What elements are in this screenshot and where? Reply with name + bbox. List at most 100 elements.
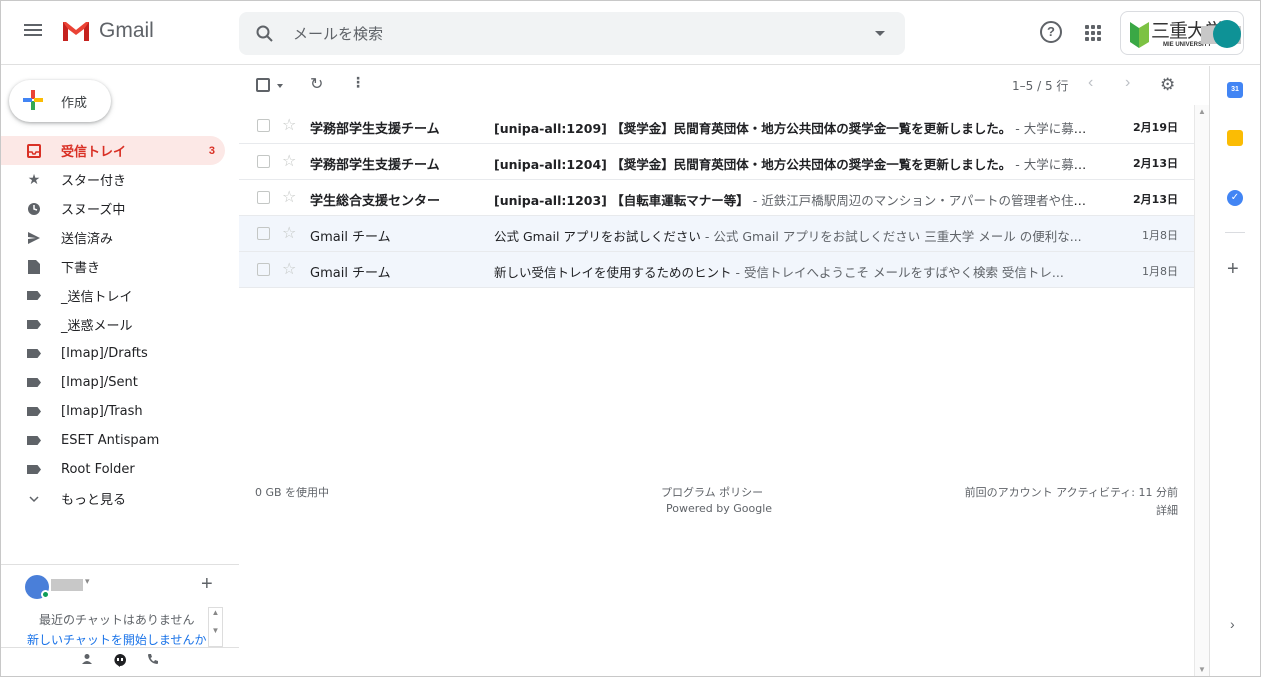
new-chat-plus-icon[interactable]: +	[201, 573, 213, 596]
program-policy-link[interactable]: プログラム ポリシー	[661, 484, 763, 500]
contacts-icon[interactable]	[78, 653, 96, 671]
hangouts-icon[interactable]	[111, 653, 129, 671]
scroll-down-icon[interactable]: ▼	[1198, 665, 1206, 674]
mail-toolbar: ↻ ⋮ 1–5 / 5 行 ‹ › ⚙	[239, 66, 1194, 104]
email-row[interactable]: ☆ Gmail チーム 公式 Gmail アプリをお試しください - 公式 Gmai…	[239, 216, 1194, 252]
refresh-icon[interactable]: ↻	[310, 74, 323, 94]
phone-icon[interactable]	[144, 653, 162, 671]
email-preview: [unipa-all:1203] 【自転車運転マナー等】 - 近鉄江戸橋駅周辺の…	[494, 190, 1094, 209]
calendar-icon[interactable]: 31	[1227, 82, 1243, 98]
sidebar-item-eset-antispam[interactable]: ESET Antispam	[1, 426, 225, 455]
sidebar-item-snoozed[interactable]: スヌーズ中	[1, 194, 225, 223]
email-subject: [unipa-all:1204] 【奨学金】民間育英団体・地方公共団体の奨学金一…	[494, 157, 1012, 172]
account-switcher[interactable]: 三重大学 MIE UNIVERSITY	[1120, 11, 1244, 55]
help-icon[interactable]: ?	[1040, 21, 1062, 43]
sidebar-item-label: _迷惑メール	[61, 319, 133, 334]
add-addon-icon[interactable]: +	[1227, 258, 1239, 281]
no-chats-text: 最近のチャットはありません	[39, 613, 195, 627]
star-icon[interactable]: ☆	[282, 259, 296, 279]
email-date: 2月13日	[1133, 157, 1178, 170]
search-input[interactable]	[293, 12, 853, 55]
select-options-icon[interactable]	[277, 84, 283, 88]
email-snippet: - 大学に募集...	[1011, 157, 1094, 172]
sidebar-item-label: スター付き	[61, 174, 127, 189]
sidebar-item-imap-sent[interactable]: [Imap]/Sent	[1, 368, 225, 397]
sidebar-item-label: スヌーズ中	[61, 203, 126, 218]
gmail-logo[interactable]: Gmail	[61, 19, 154, 43]
start-chat-link[interactable]: 新しいチャットを開始しませんか	[27, 631, 207, 648]
star-icon[interactable]: ☆	[282, 223, 296, 243]
row-checkbox[interactable]	[257, 155, 270, 168]
avatar[interactable]	[1213, 20, 1241, 48]
label-icon	[27, 434, 41, 448]
sidebar-item-label: 受信トレイ	[61, 145, 127, 160]
select-all-checkbox[interactable]	[256, 78, 270, 92]
chat-list: 最近のチャットはありません 新しいチャットを開始しませんか ▲ ▼	[1, 607, 225, 647]
email-row[interactable]: ☆ 学生総合支援センター [unipa-all:1203] 【自転車運転マナー等】 …	[239, 180, 1194, 216]
chevron-down-icon	[27, 492, 41, 506]
email-row[interactable]: ☆ Gmail チーム 新しい受信トレイを使用するためのヒント - 受信トレイへよう…	[239, 252, 1194, 288]
tasks-icon[interactable]: ✓	[1227, 190, 1243, 206]
row-checkbox[interactable]	[257, 191, 270, 204]
email-subject: 新しい受信トレイを使用するためのヒント	[494, 265, 732, 280]
redacted-name	[51, 579, 83, 591]
email-date: 1月8日	[1142, 265, 1178, 278]
sidebar-item-outbox[interactable]: _送信トレイ	[1, 281, 225, 310]
email-preview: [unipa-all:1204] 【奨学金】民間育英団体・地方公共団体の奨学金一…	[494, 154, 1094, 173]
email-row[interactable]: ☆ 学務部学生支援チーム [unipa-all:1209] 【奨学金】民間育英団体・…	[239, 108, 1194, 144]
email-snippet: - 近鉄江戸橋駅周辺のマンション・アパートの管理者や住民...	[748, 193, 1094, 208]
sidebar-item-imap-drafts[interactable]: [Imap]/Drafts	[1, 339, 225, 368]
star-icon[interactable]: ☆	[282, 115, 296, 135]
label-icon	[27, 318, 41, 332]
draft-icon	[27, 259, 41, 274]
star-icon: ★	[27, 171, 41, 187]
keep-icon[interactable]	[1227, 130, 1243, 146]
label-icon	[27, 347, 41, 361]
sidebar-item-more[interactable]: もっと見る	[1, 484, 225, 513]
more-vert-icon[interactable]: ⋮	[351, 74, 365, 91]
next-page-icon[interactable]: ›	[1125, 74, 1130, 92]
send-icon	[27, 231, 41, 245]
unread-count-badge: 3	[208, 144, 215, 157]
row-checkbox[interactable]	[257, 227, 270, 240]
sidebar-item-label: もっと見る	[61, 493, 127, 508]
label-icon	[27, 463, 41, 477]
main-scrollbar[interactable]: ▲ ▼	[1194, 105, 1209, 676]
search-options-icon[interactable]	[875, 31, 885, 36]
gmail-m-icon	[63, 22, 89, 41]
last-activity-text: 前回のアカウント アクティビティ: 11 分前	[964, 486, 1178, 499]
sidebar-item-junk[interactable]: _迷惑メール	[1, 310, 225, 339]
main-menu-icon[interactable]	[21, 21, 45, 45]
row-checkbox[interactable]	[257, 263, 270, 276]
sidebar-item-drafts[interactable]: 下書き	[1, 252, 225, 281]
sidebar-item-starred[interactable]: ★ スター付き	[1, 165, 225, 194]
expand-panel-icon[interactable]: ›	[1230, 616, 1235, 632]
sidebar-item-imap-trash[interactable]: [Imap]/Trash	[1, 397, 225, 426]
search-icon[interactable]	[255, 24, 275, 44]
prev-page-icon[interactable]: ‹	[1088, 74, 1093, 92]
email-sender: 学務部学生支援チーム	[310, 122, 440, 137]
top-bar: Gmail ? 三重大学 MIE UNIVERSITY	[1, 1, 1260, 65]
email-row[interactable]: ☆ 学務部学生支援チーム [unipa-all:1204] 【奨学金】民間育英団体・…	[239, 144, 1194, 180]
chevron-down-icon[interactable]: ▾	[85, 576, 90, 587]
sidebar-item-root-folder[interactable]: Root Folder	[1, 455, 225, 484]
gear-icon[interactable]: ⚙	[1160, 75, 1175, 95]
row-checkbox[interactable]	[257, 119, 270, 132]
email-preview: [unipa-all:1209] 【奨学金】民間育英団体・地方公共団体の奨学金一…	[494, 118, 1094, 137]
side-apps-panel: 31 ✓ + ›	[1209, 66, 1260, 676]
sidebar-item-sent[interactable]: 送信済み	[1, 223, 225, 252]
sidebar-item-label: Root Folder	[61, 462, 135, 477]
details-link[interactable]: 詳細	[1156, 502, 1178, 518]
compose-button[interactable]: 作成	[9, 80, 111, 122]
email-sender: Gmail チーム	[310, 266, 391, 281]
apps-grid-icon[interactable]	[1085, 25, 1101, 41]
powered-by-text: Powered by Google	[666, 502, 773, 515]
sidebar-item-label: _送信トレイ	[61, 290, 133, 305]
star-icon[interactable]: ☆	[282, 187, 296, 207]
email-preview: 公式 Gmail アプリをお試しください - 公式 Gmail アプリをお試しく…	[494, 226, 1094, 245]
sidebar-item-inbox[interactable]: 受信トレイ 3	[1, 136, 225, 165]
scroll-up-icon[interactable]: ▲	[1198, 107, 1206, 116]
chat-scrollbar[interactable]: ▲ ▼	[208, 607, 223, 647]
mail-main: ↻ ⋮ 1–5 / 5 行 ‹ › ⚙ ☆ 学務部学生支援チーム [unipa-al…	[239, 66, 1194, 676]
star-icon[interactable]: ☆	[282, 151, 296, 171]
